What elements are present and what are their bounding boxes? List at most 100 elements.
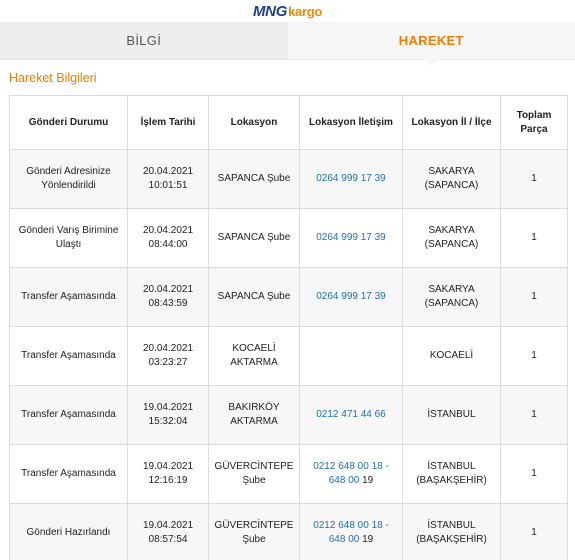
section-title: Hareket Bilgileri [9,71,97,85]
city-text: İSTANBUL [427,409,476,420]
location-cell: KOCAELİ AKTARMA [208,326,300,386]
phone-link[interactable]: 0264 999 17 39 [316,173,386,184]
date-text: 19.04.2021 [142,402,194,413]
city-cell: İSTANBUL (BAŞAKŞEHİR) [402,503,501,560]
district-text: (SAPANCA) [424,239,479,250]
contact-cell: 0212 648 00 18 - 648 00 19 [299,444,403,504]
city-text: SAKARYA [428,284,475,295]
date-cell: 20.04.2021 08:44:00 [127,208,209,268]
pieces-cell: 1 [500,326,568,386]
tab-hareket[interactable]: HAREKET [287,22,575,59]
district-text: (BAŞAKŞEHİR) [416,475,487,486]
date-cell: 20.04.2021 08:43:59 [127,267,209,327]
logo-main: MNG [252,2,288,20]
city-text: SAKARYA [428,166,475,177]
table-row: Transfer Aşamasında 20.04.2021 08:43:59 SAP… [9,267,568,327]
city-cell: İSTANBUL (BAŞAKŞEHİR) [402,444,501,504]
district-text: (BAŞAKŞEHİR) [416,534,487,545]
phone-extra: 19 [359,475,374,486]
table-header-row: Gönderi Durumu İşlem Tarihi Lokasyon Lok… [9,95,568,150]
time-text: 08:44:00 [148,239,188,250]
status-cell: Gönderi Varış Birimine Ulaştı [9,208,128,268]
city-text: İSTANBUL [427,520,476,531]
location-cell: SAPANCA Şube [208,208,300,268]
location-cell: BAKIRKÖY AKTARMA [208,385,300,445]
city-text: SAKARYA [428,225,475,236]
status-cell: Transfer Aşamasında [9,326,128,386]
district-text: (SAPANCA) [424,298,479,309]
location-cell: GÜVERCİNTEPE Şube [208,503,300,560]
table-row: Transfer Aşamasında 20.04.2021 03:23:27 KOC… [9,326,568,386]
pieces-cell: 1 [500,267,568,327]
date-text: 20.04.2021 [142,166,194,177]
location-cell: GÜVERCİNTEPE Şube [208,444,300,504]
header-status: Gönderi Durumu [9,95,128,150]
header-pieces: Toplam Parça [500,95,568,150]
tab-bilgi[interactable]: BİLGİ [0,22,288,59]
contact-cell: 0212 648 00 18 - 648 00 19 [299,503,403,560]
logo-sub: kargo [288,3,322,19]
status-cell: Transfer Aşamasında [9,385,128,445]
city-cell: SAKARYA (SAPANCA) [402,149,501,209]
date-text: 20.04.2021 [142,225,194,236]
header-location: Lokasyon [208,95,300,150]
pieces-cell: 1 [500,503,568,560]
city-cell: SAKARYA (SAPANCA) [402,267,501,327]
movement-table: Gönderi Durumu İşlem Tarihi Lokasyon Lok… [9,95,568,560]
pieces-cell: 1 [500,208,568,268]
city-cell: İSTANBUL [402,385,501,445]
status-cell: Transfer Aşamasında [9,444,128,504]
pieces-cell: 1 [500,385,568,445]
tab-bar: BİLGİ HAREKET [0,22,575,66]
city-text: İSTANBUL [427,461,476,472]
location-cell: SAPANCA Şube [208,267,300,327]
mng-kargo-logo[interactable]: MNG kargo [253,3,322,20]
header-date: İşlem Tarihi [127,95,209,150]
phone-link[interactable]: 0264 999 17 39 [316,291,386,302]
phone-link[interactable]: 0212 471 44 66 [316,409,386,420]
date-text: 20.04.2021 [142,284,194,295]
time-text: 12:16:19 [148,475,188,486]
date-text: 20.04.2021 [142,343,194,354]
date-cell: 19.04.2021 12:16:19 [127,444,209,504]
time-text: 08:57:54 [148,534,188,545]
pieces-cell: 1 [500,444,568,504]
table-row: Gönderi Hazırlandı 19.04.2021 08:57:54 GÜVE… [9,503,568,560]
city-cell: KOCAELİ [402,326,501,386]
contact-cell: 0212 471 44 66 [299,385,403,445]
date-cell: 20.04.2021 03:23:27 [127,326,209,386]
contact-cell: 0264 999 17 39 [299,149,403,209]
time-text: 03:23:27 [148,357,188,368]
header-contact: Lokasyon İletişim [299,95,403,150]
date-text: 19.04.2021 [142,461,194,472]
date-text: 19.04.2021 [142,520,194,531]
date-cell: 19.04.2021 15:32:04 [127,385,209,445]
date-cell: 19.04.2021 08:57:54 [127,503,209,560]
contact-cell: 0264 999 17 39 [299,267,403,327]
phone-link[interactable]: 0212 648 00 18 - 648 00 [313,520,389,545]
active-tab-pointer [424,59,438,66]
contact-cell [299,326,403,386]
time-text: 15:32:04 [148,416,188,427]
header: MNG kargo [0,0,575,22]
table-row: Transfer Aşamasında 19.04.2021 12:16:19 GÜV… [9,444,568,504]
time-text: 08:43:59 [148,298,188,309]
phone-link[interactable]: 0264 999 17 39 [316,232,386,243]
time-text: 10:01:51 [148,180,188,191]
contact-cell: 0264 999 17 39 [299,208,403,268]
status-cell: Gönderi Adresinize Yönlendirildi [9,149,128,209]
pieces-cell: 1 [500,149,568,209]
city-text: KOCAELİ [429,350,474,361]
phone-extra: 19 [359,534,374,545]
location-cell: SAPANCA Şube [208,149,300,209]
header-city: Lokasyon İl / İlçe [402,95,501,150]
phone-link[interactable]: 0212 648 00 18 - 648 00 [313,461,389,486]
district-text: (SAPANCA) [424,180,479,191]
table-row: Transfer Aşamasında 19.04.2021 15:32:04 BAK… [9,385,568,445]
date-cell: 20.04.2021 10:01:51 [127,149,209,209]
table-row: Gönderi Varış Birimine Ulaştı 20.04.2021 0… [9,208,568,268]
table-row: Gönderi Adresinize Yönlendirildi 20.04.20… [9,149,568,209]
status-cell: Transfer Aşamasında [9,267,128,327]
city-cell: SAKARYA (SAPANCA) [402,208,501,268]
status-cell: Gönderi Hazırlandı [9,503,128,560]
